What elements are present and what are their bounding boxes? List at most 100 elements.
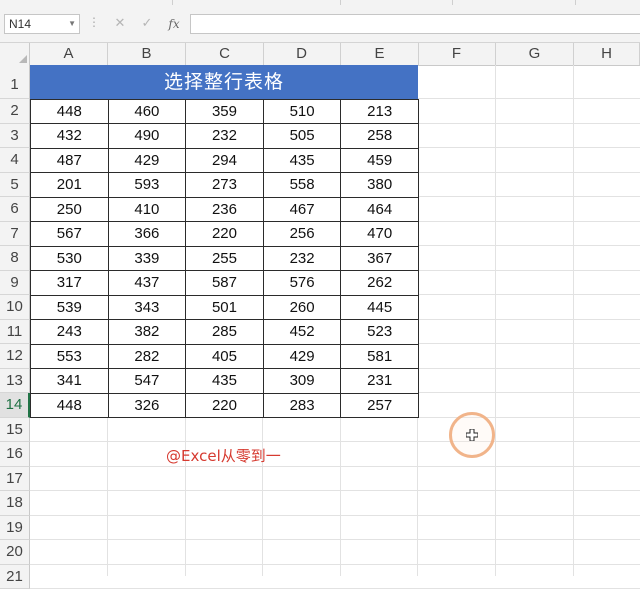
cell-d5[interactable]: 558 bbox=[263, 173, 341, 198]
cell-b10[interactable]: 343 bbox=[108, 295, 186, 320]
name-box[interactable]: N14 ▼ bbox=[4, 14, 80, 34]
cell-e6[interactable]: 464 bbox=[341, 197, 419, 222]
cell-a2[interactable]: 448 bbox=[31, 99, 109, 124]
confirm-icon[interactable]: ✓ bbox=[139, 14, 155, 34]
row-header-19[interactable]: 19 bbox=[0, 516, 30, 541]
row-header-6[interactable]: 6 bbox=[0, 197, 30, 222]
cell-c8[interactable]: 255 bbox=[186, 246, 264, 271]
cell-c13[interactable]: 435 bbox=[186, 369, 264, 394]
cell-e10[interactable]: 445 bbox=[341, 295, 419, 320]
cell-e8[interactable]: 367 bbox=[341, 246, 419, 271]
cell-b9[interactable]: 437 bbox=[108, 271, 186, 296]
cell-d3[interactable]: 505 bbox=[263, 124, 341, 149]
column-header-b[interactable]: B bbox=[108, 43, 186, 65]
cell-d8[interactable]: 232 bbox=[263, 246, 341, 271]
row-header-20[interactable]: 20 bbox=[0, 540, 30, 565]
cell-c11[interactable]: 285 bbox=[186, 320, 264, 345]
column-header-e[interactable]: E bbox=[341, 43, 419, 65]
row-header-14[interactable]: 14 bbox=[0, 393, 30, 418]
cell-b3[interactable]: 490 bbox=[108, 124, 186, 149]
row-header-12[interactable]: 12 bbox=[0, 344, 30, 369]
cell-a14[interactable]: 448 bbox=[31, 393, 109, 418]
row-header-2[interactable]: 2 bbox=[0, 99, 30, 124]
cell-d11[interactable]: 452 bbox=[263, 320, 341, 345]
row-header-17[interactable]: 17 bbox=[0, 467, 30, 492]
cell-c9[interactable]: 587 bbox=[186, 271, 264, 296]
cell-e14[interactable]: 257 bbox=[341, 393, 419, 418]
drag-handle-icon[interactable]: ⋮ bbox=[88, 15, 99, 29]
cell-b5[interactable]: 593 bbox=[108, 173, 186, 198]
table-title[interactable]: 选择整行表格 bbox=[30, 65, 418, 99]
cell-b11[interactable]: 382 bbox=[108, 320, 186, 345]
cell-b12[interactable]: 282 bbox=[108, 344, 186, 369]
cell-a3[interactable]: 432 bbox=[31, 124, 109, 149]
row-header-16[interactable]: 16 bbox=[0, 442, 30, 467]
row-header-21[interactable]: 21 bbox=[0, 565, 30, 589]
cell-b13[interactable]: 547 bbox=[108, 369, 186, 394]
cell-e7[interactable]: 470 bbox=[341, 222, 419, 247]
column-header-a[interactable]: A bbox=[30, 43, 108, 65]
row-header-11[interactable]: 11 bbox=[0, 320, 30, 345]
cell-d4[interactable]: 435 bbox=[263, 148, 341, 173]
row-header-18[interactable]: 18 bbox=[0, 491, 30, 516]
cell-d6[interactable]: 467 bbox=[263, 197, 341, 222]
cell-e11[interactable]: 523 bbox=[341, 320, 419, 345]
cell-a12[interactable]: 553 bbox=[31, 344, 109, 369]
cell-e2[interactable]: 213 bbox=[341, 99, 419, 124]
cell-d10[interactable]: 260 bbox=[263, 295, 341, 320]
cell-c14[interactable]: 220 bbox=[186, 393, 264, 418]
cell-d14[interactable]: 283 bbox=[263, 393, 341, 418]
cell-b2[interactable]: 460 bbox=[108, 99, 186, 124]
cell-a5[interactable]: 201 bbox=[31, 173, 109, 198]
cell-a11[interactable]: 243 bbox=[31, 320, 109, 345]
column-header-c[interactable]: C bbox=[186, 43, 264, 65]
row-header-5[interactable]: 5 bbox=[0, 173, 30, 198]
cell-a9[interactable]: 317 bbox=[31, 271, 109, 296]
row-header-7[interactable]: 7 bbox=[0, 222, 30, 247]
cell-c6[interactable]: 236 bbox=[186, 197, 264, 222]
cell-e9[interactable]: 262 bbox=[341, 271, 419, 296]
cell-b7[interactable]: 366 bbox=[108, 222, 186, 247]
cell-b4[interactable]: 429 bbox=[108, 148, 186, 173]
formula-input[interactable] bbox=[190, 14, 640, 34]
row-header-15[interactable]: 15 bbox=[0, 418, 30, 443]
column-header-f[interactable]: F bbox=[418, 43, 496, 65]
cell-a6[interactable]: 250 bbox=[31, 197, 109, 222]
cell-b6[interactable]: 410 bbox=[108, 197, 186, 222]
cell-e13[interactable]: 231 bbox=[341, 369, 419, 394]
cancel-icon[interactable]: ✕ bbox=[112, 14, 128, 34]
select-all-button[interactable] bbox=[0, 43, 30, 65]
cell-c2[interactable]: 359 bbox=[186, 99, 264, 124]
cell-d2[interactable]: 510 bbox=[263, 99, 341, 124]
cell-e3[interactable]: 258 bbox=[341, 124, 419, 149]
cell-a13[interactable]: 341 bbox=[31, 369, 109, 394]
row-header-10[interactable]: 10 bbox=[0, 295, 30, 320]
row-header-4[interactable]: 4 bbox=[0, 148, 30, 173]
row-header-1[interactable]: 1 bbox=[0, 65, 30, 99]
cell-c7[interactable]: 220 bbox=[186, 222, 264, 247]
cell-d7[interactable]: 256 bbox=[263, 222, 341, 247]
cell-d9[interactable]: 576 bbox=[263, 271, 341, 296]
insert-function-icon[interactable]: fx bbox=[166, 14, 182, 34]
cell-c5[interactable]: 273 bbox=[186, 173, 264, 198]
cell-a8[interactable]: 530 bbox=[31, 246, 109, 271]
cell-d13[interactable]: 309 bbox=[263, 369, 341, 394]
cell-b8[interactable]: 339 bbox=[108, 246, 186, 271]
row-header-3[interactable]: 3 bbox=[0, 124, 30, 149]
cell-a4[interactable]: 487 bbox=[31, 148, 109, 173]
cell-c3[interactable]: 232 bbox=[186, 124, 264, 149]
cell-d12[interactable]: 429 bbox=[263, 344, 341, 369]
column-header-h[interactable]: H bbox=[574, 43, 640, 65]
cell-e12[interactable]: 581 bbox=[341, 344, 419, 369]
cell-c4[interactable]: 294 bbox=[186, 148, 264, 173]
cell-a7[interactable]: 567 bbox=[31, 222, 109, 247]
cell-c10[interactable]: 501 bbox=[186, 295, 264, 320]
row-header-9[interactable]: 9 bbox=[0, 271, 30, 296]
column-header-d[interactable]: D bbox=[263, 43, 341, 65]
cell-b14[interactable]: 326 bbox=[108, 393, 186, 418]
cell-e4[interactable]: 459 bbox=[341, 148, 419, 173]
cell-e5[interactable]: 380 bbox=[341, 173, 419, 198]
row-header-13[interactable]: 13 bbox=[0, 369, 30, 394]
cell-c12[interactable]: 405 bbox=[186, 344, 264, 369]
row-header-8[interactable]: 8 bbox=[0, 246, 30, 271]
